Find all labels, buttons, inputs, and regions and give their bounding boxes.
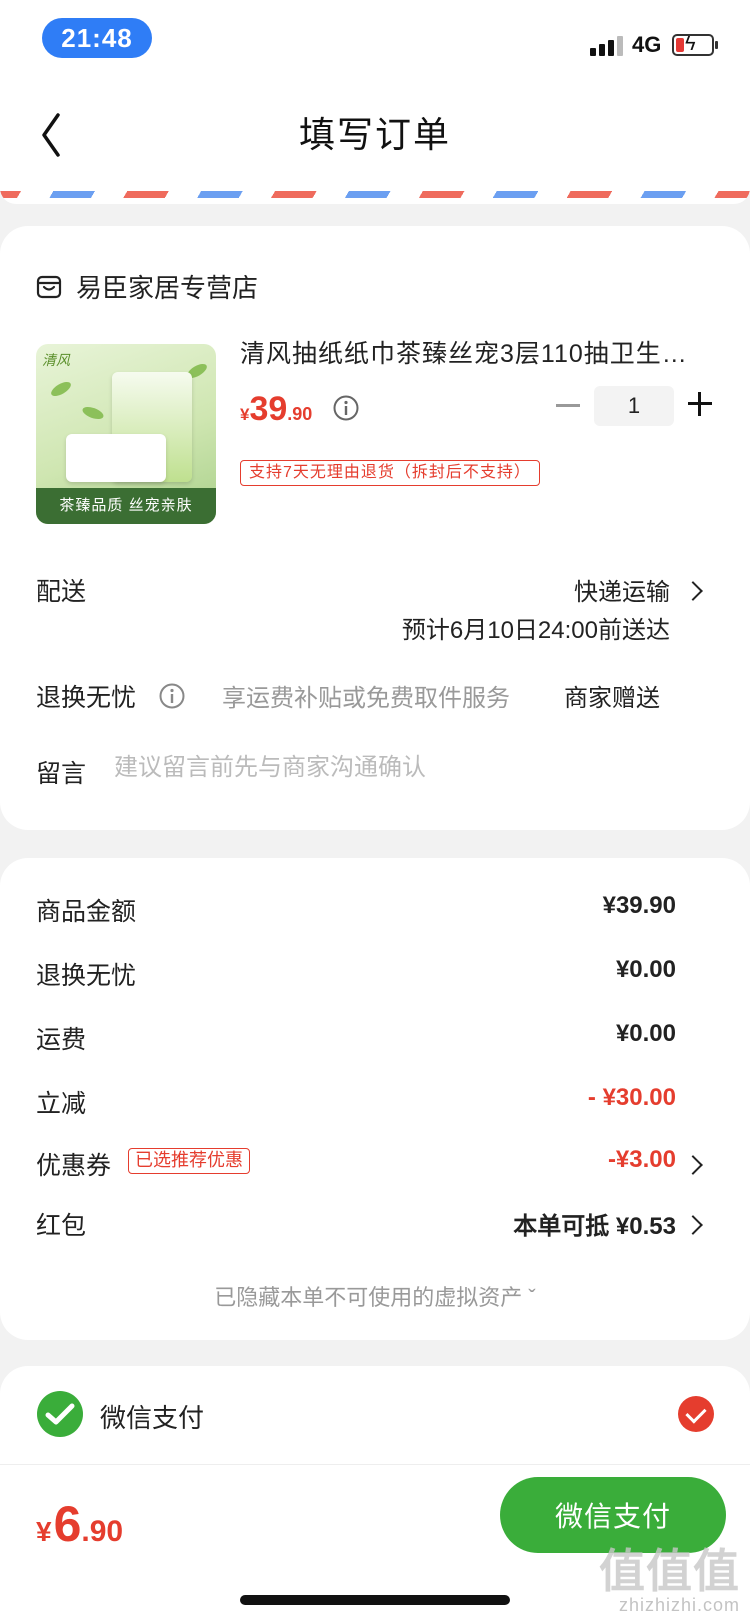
worry-free-cost-value: ¥0.00 bbox=[615, 956, 676, 983]
product-image-tagline: 茶臻品质 丝宠亲肤 bbox=[36, 488, 216, 524]
payment-method-card[interactable]: 微信支付 bbox=[0, 1366, 750, 1466]
coupon-selected-tag: 已选推荐优惠 bbox=[128, 1148, 250, 1174]
shipping-value: ¥0.00 bbox=[615, 1020, 676, 1047]
note-input[interactable] bbox=[114, 746, 704, 790]
page-title: 填写订单 bbox=[298, 114, 451, 155]
selected-check-icon[interactable] bbox=[678, 1396, 714, 1432]
coupon-label: 优惠券 bbox=[36, 1152, 112, 1180]
cost-row-red-packet[interactable]: 红包 本单可抵 ¥0.53 bbox=[36, 1206, 676, 1246]
nav-bar: 填写订单 bbox=[0, 80, 750, 190]
note-label: 留言 bbox=[36, 760, 87, 788]
red-packet-value: 本单可抵 ¥0.53 bbox=[513, 1213, 676, 1240]
status-bar: 21:48 4G ϟ bbox=[0, 0, 750, 80]
hidden-assets-toggle[interactable]: 已隐藏本单不可使用的虚拟资产 ˇ bbox=[0, 1280, 750, 1312]
delivery-method[interactable]: 快递运输 bbox=[574, 572, 670, 607]
chevron-right-icon[interactable] bbox=[683, 581, 703, 601]
cost-summary-card: 商品金额 ¥39.90 退换无忧 ¥0.00 运费 ¥0.00 立减 - ¥30… bbox=[0, 858, 750, 1340]
total-integer: 6 bbox=[53, 1496, 82, 1552]
coupon-value: -¥3.00 bbox=[607, 1146, 676, 1173]
cost-row-worry-free: 退换无忧 ¥0.00 bbox=[36, 956, 676, 996]
tissue-box-graphic bbox=[66, 434, 166, 482]
wechat-pay-icon bbox=[37, 1391, 83, 1437]
return-policy-tag: 支持7天无理由退货（拆封后不支持） bbox=[240, 460, 540, 486]
delivery-eta: 预计6月10日24:00前送达 bbox=[401, 617, 670, 644]
worry-free-cost-label: 退换无忧 bbox=[36, 962, 137, 990]
payment-method-label: 微信支付 bbox=[100, 1403, 205, 1433]
quantity-plus-button[interactable] bbox=[688, 392, 712, 416]
pay-button[interactable]: 微信支付 bbox=[500, 1477, 726, 1553]
worry-free-label: 退换无忧 bbox=[36, 684, 137, 712]
cost-row-goods: 商品金额 ¥39.90 bbox=[36, 892, 676, 932]
goods-amount-label: 商品金额 bbox=[36, 898, 137, 926]
order-card: 易臣家居专营店 清风 茶臻品质 丝宠亲肤 清风抽纸纸巾茶臻丝宠3层110抽卫生…… bbox=[0, 226, 750, 830]
shipping-label: 运费 bbox=[36, 1026, 87, 1054]
watermark: 值值值 zhizhizhi.com bbox=[599, 1547, 740, 1616]
product-price: ¥ 39 .90 bbox=[240, 390, 312, 429]
price-decimal: .90 bbox=[287, 404, 313, 424]
worry-free-gift: 商家赠送 bbox=[564, 685, 660, 712]
quantity-input[interactable]: 1 bbox=[594, 386, 674, 426]
store-icon bbox=[36, 275, 62, 298]
delivery-label: 配送 bbox=[36, 578, 87, 606]
cost-row-discount: 立减 - ¥30.00 bbox=[36, 1084, 676, 1124]
product-brand: 清风 bbox=[42, 352, 70, 368]
home-indicator[interactable] bbox=[240, 1595, 510, 1605]
watermark-logo: 值值值 bbox=[599, 1545, 740, 1597]
cost-row-coupon[interactable]: 优惠券 已选推荐优惠 -¥3.00 bbox=[36, 1146, 676, 1186]
network-label: 4G bbox=[632, 32, 662, 57]
red-packet-label: 红包 bbox=[36, 1212, 87, 1240]
red-packet-chevron-right-icon[interactable] bbox=[683, 1215, 703, 1235]
quantity-minus-button[interactable] bbox=[556, 404, 580, 407]
worry-free-description: 享运费补贴或免费取件服务 bbox=[222, 685, 510, 712]
coupon-chevron-right-icon[interactable] bbox=[683, 1155, 703, 1175]
envelope-border bbox=[0, 188, 750, 204]
total-symbol: ¥ bbox=[36, 1516, 52, 1547]
product-image[interactable]: 清风 茶臻品质 丝宠亲肤 bbox=[36, 344, 216, 524]
store-name: 易臣家居专营店 bbox=[76, 273, 259, 303]
watermark-url: zhizhizhi.com bbox=[618, 1595, 740, 1615]
store-row[interactable]: 易臣家居专营店 bbox=[36, 268, 258, 305]
product-title[interactable]: 清风抽纸纸巾茶臻丝宠3层110抽卫生… bbox=[240, 334, 710, 370]
worry-free-info-icon[interactable] bbox=[158, 682, 186, 710]
status-time: 21:48 bbox=[42, 18, 152, 58]
total-price: ¥ 6 .90 bbox=[36, 1495, 123, 1553]
discount-value: - ¥30.00 bbox=[587, 1084, 676, 1111]
price-symbol: ¥ bbox=[240, 405, 250, 424]
goods-amount-value: ¥39.90 bbox=[602, 892, 676, 919]
price-integer: 39 bbox=[249, 390, 288, 428]
discount-label: 立减 bbox=[36, 1090, 87, 1118]
signal-icon bbox=[590, 34, 624, 56]
battery-charging-icon: ϟ bbox=[672, 33, 718, 56]
price-info-icon[interactable] bbox=[332, 394, 360, 422]
checkout-bar: ¥ 6 .90 微信支付 值值值 zhizhizhi.com bbox=[0, 1464, 750, 1624]
cost-row-shipping: 运费 ¥0.00 bbox=[36, 1020, 676, 1060]
total-decimal: .90 bbox=[81, 1515, 124, 1548]
